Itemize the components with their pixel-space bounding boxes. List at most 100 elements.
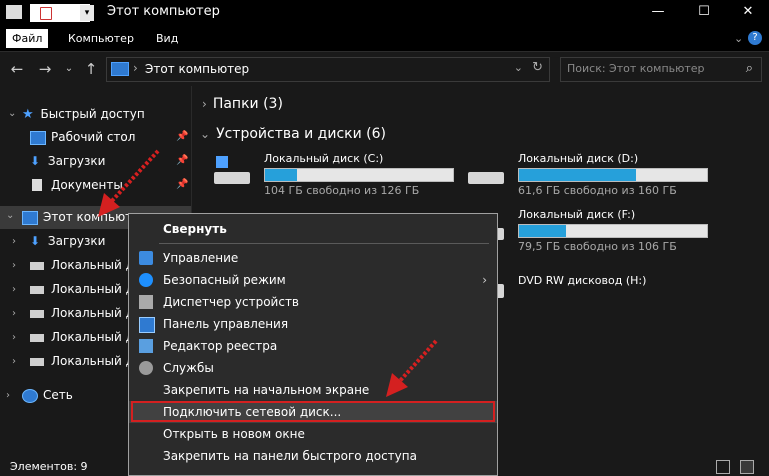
chevron-right-icon[interactable]: › (12, 308, 16, 319)
sidebar-item-label: Загрузки (47, 234, 106, 248)
computer-icon (111, 62, 129, 76)
help-icon[interactable]: ? (748, 31, 762, 45)
drive-f[interactable]: Локальный диск (F:) 79,5 ГБ свободно из … (466, 208, 716, 256)
annotation-arrow-icon (386, 339, 438, 397)
menu-item-label: Закрепить на панели быстрого доступа (163, 449, 417, 463)
navigation-bar: ← → ⌄ ↑ › Этот компьютер ⌄ ↻ Поиск: Этот… (0, 52, 769, 86)
chevron-right-icon: › (202, 97, 207, 111)
star-icon: ★ (22, 107, 34, 122)
drive-free-space: 104 ГБ свободно из 126 ГБ (264, 184, 420, 197)
tab-file[interactable]: Файл (6, 29, 49, 48)
forward-button[interactable]: → (34, 58, 56, 80)
title-bar: ▾ Этот компьютер — ☐ ✕ (0, 0, 769, 26)
menu-item-manage[interactable]: Управление (129, 247, 497, 269)
device-manager-icon (139, 295, 153, 309)
breadcrumb-this-pc[interactable]: Этот компьютер (145, 62, 249, 76)
drive-dvd[interactable]: DVD RW дисковод (H:) (466, 270, 716, 318)
menu-item-device-manager[interactable]: Диспетчер устройств (129, 291, 497, 313)
chevron-down-icon[interactable]: ⌄ (8, 108, 16, 119)
drive-icon (30, 334, 44, 342)
menu-item-label: Свернуть (163, 222, 227, 236)
chevron-right-icon[interactable]: › (12, 236, 16, 247)
chevron-down-icon[interactable]: ⌄ (6, 210, 14, 221)
search-placeholder: Поиск: Этот компьютер (567, 62, 705, 75)
chevron-right-icon[interactable]: › (6, 390, 10, 401)
pin-icon[interactable]: 📌 (176, 179, 188, 190)
drive-icon (466, 160, 506, 184)
drive-name: Локальный диск (D:) (518, 152, 639, 165)
chevron-right-icon[interactable]: › (12, 260, 16, 271)
pin-icon[interactable]: 📌 (176, 155, 188, 166)
computer-icon (22, 211, 38, 225)
maximize-button[interactable]: ☐ (684, 2, 724, 22)
desktop-icon (30, 131, 46, 145)
app-icon[interactable] (6, 5, 22, 19)
chevron-right-icon[interactable]: › (12, 356, 16, 367)
chevron-right-icon[interactable]: › (12, 284, 16, 295)
recent-locations-icon[interactable]: ⌄ (58, 58, 80, 80)
menu-item-control-panel[interactable]: Панель управления (129, 313, 497, 335)
menu-item-label: Закрепить на начальном экране (163, 383, 370, 397)
back-button[interactable]: ← (6, 58, 28, 80)
document-icon (32, 179, 42, 191)
sidebar-item-label: Рабочий стол (51, 130, 136, 144)
menu-item-label: Безопасный режим (163, 273, 286, 287)
annotation-arrow-icon (98, 149, 160, 217)
drive-icon (30, 310, 44, 318)
menu-item-safe-mode[interactable]: Безопасный режим › (129, 269, 497, 291)
drive-c[interactable]: Локальный диск (C:) 104 ГБ свободно из 1… (212, 152, 462, 200)
group-title: Устройства и диски (6) (216, 126, 386, 142)
menu-item-open-new-window[interactable]: Открыть в новом окне (129, 423, 497, 445)
ribbon-expand-icon[interactable]: ⌄ (728, 29, 749, 48)
details-view-icon[interactable] (716, 460, 730, 474)
up-button[interactable]: ↑ (80, 58, 102, 80)
drive-usage-bar (264, 168, 454, 182)
menu-item-label: Диспетчер устройств (163, 295, 300, 309)
sidebar-item-label: Быстрый доступ (40, 107, 145, 121)
gear-icon (139, 361, 153, 375)
drive-name: Локальный диск (F:) (518, 208, 636, 221)
sidebar-item-network[interactable]: Сеть (22, 384, 73, 406)
tab-view[interactable]: Вид (150, 29, 184, 48)
minimize-button[interactable]: — (638, 2, 678, 22)
menu-item-collapse[interactable]: Свернуть (129, 218, 497, 240)
menu-item-label: Редактор реестра (163, 339, 278, 353)
registry-icon (139, 339, 153, 353)
drive-icon (30, 262, 44, 270)
menu-item-label: Службы (163, 361, 214, 375)
menu-separator (159, 243, 489, 244)
download-arrow-icon: ⬇ (30, 234, 41, 248)
drive-usage-bar (518, 224, 708, 238)
ribbon: Файл Компьютер Вид ⌄ ? (0, 26, 769, 52)
drive-name: DVD RW дисковод (H:) (518, 274, 647, 287)
address-bar[interactable]: › Этот компьютер ⌄ ↻ (106, 57, 550, 82)
drive-usage-bar (518, 168, 708, 182)
menu-item-label: Открыть в новом окне (163, 427, 305, 441)
address-dropdown-icon[interactable]: ⌄ (514, 61, 523, 74)
group-header-folders[interactable]: › Папки (3) (202, 96, 283, 112)
tab-computer[interactable]: Компьютер (62, 29, 140, 48)
sidebar-item-pc-downloads[interactable]: ⬇ Загрузки (30, 230, 105, 252)
sidebar-item-quick-access[interactable]: ★ Быстрый доступ (22, 103, 145, 125)
menu-item-pin-quick-access[interactable]: Закрепить на панели быстрого доступа (129, 445, 497, 467)
search-icon[interactable]: ⌕ (746, 61, 753, 76)
close-button[interactable]: ✕ (728, 2, 768, 22)
drive-d[interactable]: Локальный диск (D:) 61,6 ГБ свободно из … (466, 152, 716, 200)
submenu-arrow-icon: › (482, 273, 487, 287)
breadcrumb-separator: › (133, 61, 138, 75)
quick-access-dropdown-icon[interactable]: ▾ (80, 5, 94, 21)
refresh-icon[interactable]: ↻ (532, 60, 543, 75)
drive-free-space: 61,6 ГБ свободно из 160 ГБ (518, 184, 677, 197)
safe-mode-icon (139, 273, 153, 287)
chevron-right-icon[interactable]: › (12, 332, 16, 343)
drive-name: Локальный диск (C:) (264, 152, 384, 165)
pin-icon[interactable]: 📌 (176, 131, 188, 142)
network-icon (22, 389, 38, 403)
group-title: Папки (3) (212, 96, 283, 112)
drive-free-space: 79,5 ГБ свободно из 106 ГБ (518, 240, 677, 253)
drive-icon (30, 286, 44, 294)
search-input[interactable]: Поиск: Этот компьютер ⌕ (560, 57, 762, 82)
group-header-devices[interactable]: ⌄ Устройства и диски (6) (200, 126, 386, 142)
download-arrow-icon: ⬇ (30, 154, 41, 168)
tiles-view-icon[interactable] (740, 460, 754, 474)
